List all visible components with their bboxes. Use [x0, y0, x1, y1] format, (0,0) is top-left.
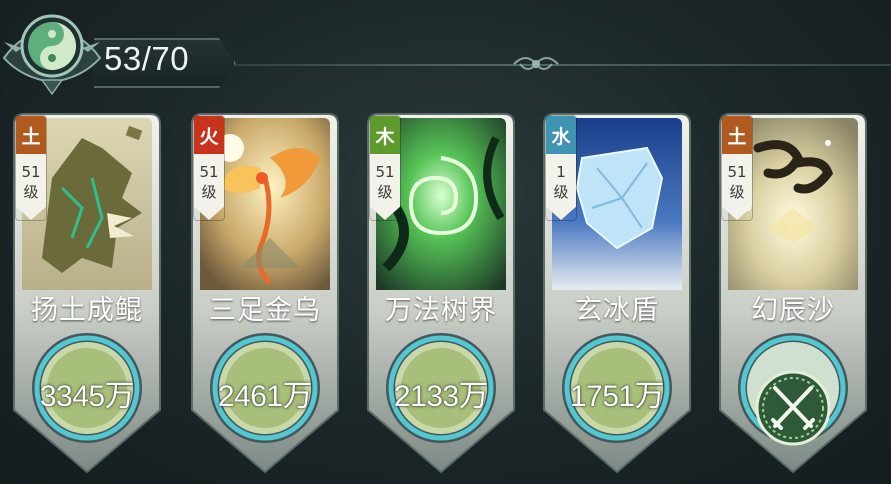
element-label: 火 — [194, 116, 224, 154]
power-value: 1751万 — [569, 380, 665, 413]
level-number: 51 — [199, 163, 219, 181]
element-label: 木 — [370, 116, 400, 154]
element-badge: 土 51 级 — [16, 116, 46, 220]
collection-counter: 53/70 — [104, 40, 190, 77]
element-badge: 木 51 级 — [370, 116, 400, 220]
element-badge: 火 51 级 — [194, 116, 224, 220]
level-unit: 级 — [377, 183, 393, 201]
power-value: 2461万 — [217, 380, 313, 413]
ornament-icon — [513, 57, 559, 70]
crossed-swords-icon — [714, 368, 872, 456]
level-unit: 级 — [23, 183, 39, 201]
level-tag: 51 级 — [194, 154, 224, 220]
skill-name: 三足金乌 — [209, 295, 321, 326]
level-unit: 级 — [201, 183, 217, 201]
level-number: 51 — [375, 163, 395, 181]
element-badge: 水 1 级 — [546, 116, 576, 220]
element-label: 土 — [16, 116, 46, 154]
top-bar: 53/70 — [0, 0, 891, 100]
level-number: 51 — [21, 163, 41, 181]
skill-name: 扬土成鲲 — [31, 295, 143, 326]
power-value: 2133万 — [393, 380, 489, 413]
skill-card-2[interactable]: 火 51 级 三足金乌 2461万 — [186, 110, 344, 476]
level-number: 1 — [556, 163, 566, 181]
level-tag: 1 级 — [546, 154, 576, 220]
power-value: 3345万 — [39, 380, 135, 413]
level-unit: 级 — [729, 183, 745, 201]
level-tag: 51 级 — [370, 154, 400, 220]
level-tag: 51 级 — [16, 154, 46, 220]
skill-name: 玄冰盾 — [575, 295, 659, 326]
element-label: 水 — [546, 116, 576, 154]
element-badge: 土 51 级 — [722, 116, 752, 220]
skill-name: 万法树界 — [385, 295, 497, 326]
skill-card-4[interactable]: 水 1 级 玄冰盾 1751万 — [538, 110, 696, 476]
level-number: 51 — [727, 163, 747, 181]
skill-card-5[interactable]: 土 51 级 幻辰沙 — [714, 110, 872, 476]
taiji-eye-icon[interactable] — [2, 2, 102, 98]
skill-card-3[interactable]: 木 51 级 万法树界 2133万 — [362, 110, 520, 476]
level-tag: 51 级 — [722, 154, 752, 220]
skill-name: 幻辰沙 — [751, 295, 835, 326]
level-unit: 级 — [553, 183, 569, 201]
skill-card-1[interactable]: 土 51 级 扬土成鲲 3345万 — [8, 110, 166, 476]
element-label: 土 — [722, 116, 752, 154]
